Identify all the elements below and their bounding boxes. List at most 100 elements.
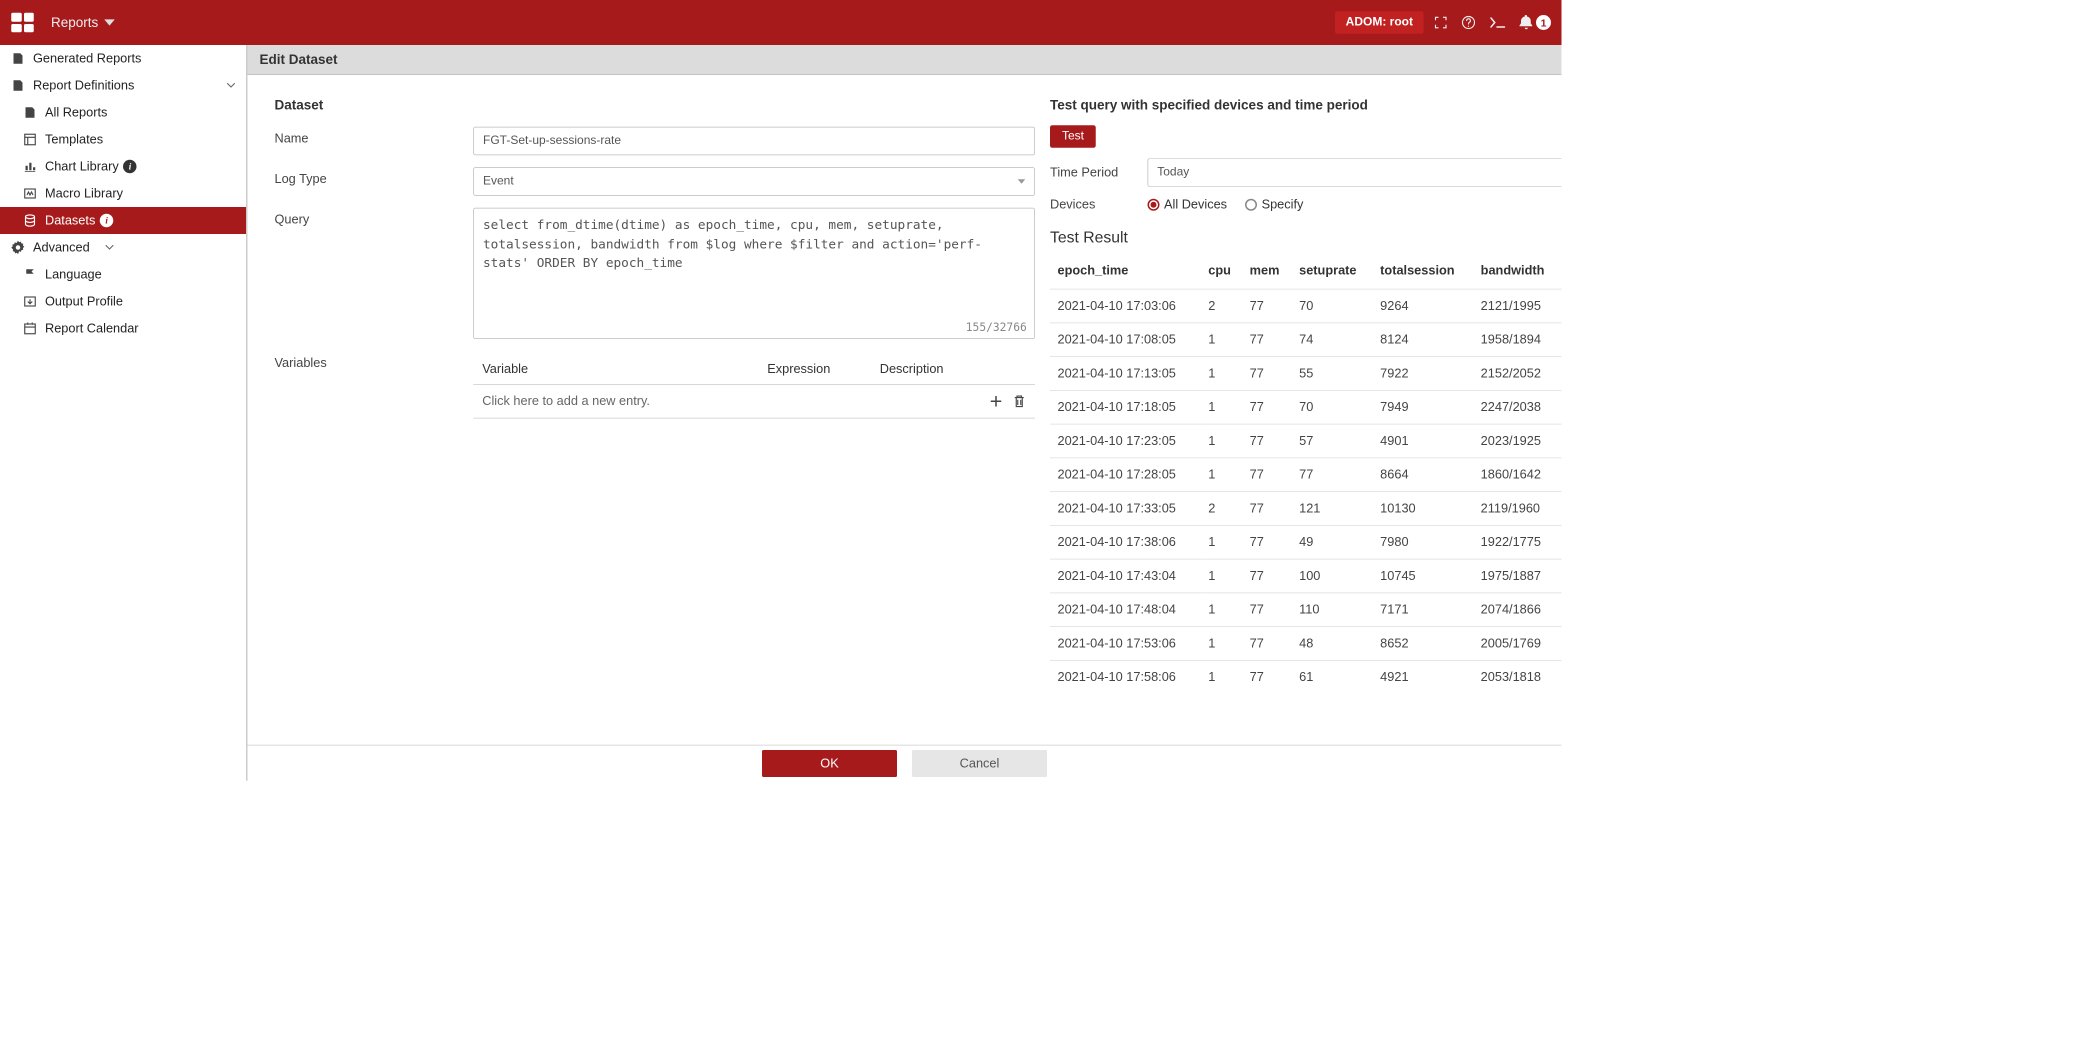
table-cell: 2021-04-10 17:48:04: [1050, 593, 1201, 627]
radio-dot-icon: [1245, 199, 1257, 211]
sidebar-item-language[interactable]: Language: [0, 261, 246, 288]
table-cell: 1: [1201, 357, 1242, 391]
table-cell: 77: [1242, 390, 1291, 424]
radio-all-devices[interactable]: All Devices: [1148, 197, 1228, 212]
sidebar-item-report-calendar[interactable]: Report Calendar: [0, 315, 246, 342]
table-row[interactable]: 2021-04-10 17:58:061776149212053/1818: [1050, 660, 1562, 693]
table-cell: 48: [1292, 627, 1373, 661]
table-cell: 9264: [1373, 289, 1474, 323]
add-variable-button[interactable]: [989, 394, 1004, 409]
radio-all-label: All Devices: [1164, 197, 1227, 212]
table-row[interactable]: 2021-04-10 17:28:051777786641860/1642: [1050, 458, 1562, 492]
table-cell: 1: [1201, 390, 1242, 424]
table-cell: 2021-04-10 17:58:06: [1050, 660, 1201, 693]
table-cell: 1975/1887: [1473, 559, 1561, 593]
notifications[interactable]: 1: [1520, 15, 1552, 30]
result-column-header: epoch_time: [1050, 256, 1201, 289]
page-title: Edit Dataset: [248, 45, 1562, 75]
help-icon[interactable]: [1461, 15, 1476, 30]
table-cell: 77: [1242, 525, 1291, 559]
table-cell: 2121/1995: [1473, 289, 1561, 323]
table-cell: 55: [1292, 357, 1373, 391]
table-row[interactable]: 2021-04-10 17:48:0417711071712074/1866: [1050, 593, 1562, 627]
sidebar-item-templates[interactable]: Templates: [0, 126, 246, 153]
sidebar-item-chart-library[interactable]: Chart Library i: [0, 153, 246, 180]
sidebar-item-macro-library[interactable]: Macro Library: [0, 180, 246, 207]
table-cell: 49: [1292, 525, 1373, 559]
section-title: Dataset: [275, 98, 1043, 114]
ok-button[interactable]: OK: [762, 750, 897, 777]
sidebar-item-report-definitions[interactable]: Report Definitions: [0, 72, 246, 99]
table-cell: 2021-04-10 17:18:05: [1050, 390, 1201, 424]
table-row[interactable]: 2021-04-10 17:03:062777092642121/1995: [1050, 289, 1562, 323]
table-row[interactable]: 2021-04-10 17:38:061774979801922/1775: [1050, 525, 1562, 559]
table-cell: 2021-04-10 17:13:05: [1050, 357, 1201, 391]
fullscreen-icon[interactable]: [1434, 16, 1448, 30]
sidebar-item-datasets[interactable]: Datasets i: [0, 207, 246, 234]
table-cell: 70: [1292, 289, 1373, 323]
table-cell: 2: [1201, 289, 1242, 323]
logtype-select[interactable]: Event: [473, 167, 1035, 196]
table-cell: 121: [1292, 492, 1373, 526]
radio-specify[interactable]: Specify: [1245, 197, 1303, 212]
sidebar-item-output-profile[interactable]: Output Profile: [0, 288, 246, 315]
chevron-down-icon: [227, 83, 236, 89]
table-row[interactable]: 2021-04-10 17:08:051777481241958/1894: [1050, 323, 1562, 357]
adom-badge[interactable]: ADOM: root: [1335, 11, 1423, 34]
table-cell: 2021-04-10 17:43:04: [1050, 559, 1201, 593]
reports-menu[interactable]: Reports: [51, 15, 115, 31]
table-cell: 2: [1201, 492, 1242, 526]
var-header-description: Description: [880, 362, 1026, 377]
table-row[interactable]: 2021-04-10 17:43:04177100107451975/1887: [1050, 559, 1562, 593]
table-cell: 1: [1201, 559, 1242, 593]
table-cell: 77: [1242, 492, 1291, 526]
table-cell: 77: [1242, 357, 1291, 391]
template-icon: [23, 132, 38, 147]
name-input[interactable]: [473, 127, 1035, 156]
table-cell: 1: [1201, 323, 1242, 357]
time-period-value: Today: [1157, 166, 1189, 180]
app-logo: [11, 12, 35, 33]
table-row[interactable]: 2021-04-10 17:18:051777079492247/2038: [1050, 390, 1562, 424]
sidebar-item-all-reports[interactable]: All Reports: [0, 99, 246, 126]
table-row[interactable]: 2021-04-10 17:33:05277121101302119/1960: [1050, 492, 1562, 526]
table-cell: 70: [1292, 390, 1373, 424]
result-column-header: totalsession: [1373, 256, 1474, 289]
table-cell: 1: [1201, 627, 1242, 661]
table-row[interactable]: 2021-04-10 17:53:061774886522005/1769: [1050, 627, 1562, 661]
delete-variable-button[interactable]: [1013, 394, 1027, 409]
test-pane: Test query with specified devices and ti…: [1043, 75, 1562, 745]
sidebar-item-advanced[interactable]: Advanced: [0, 234, 246, 261]
chart-icon: [23, 159, 38, 174]
query-label: Query: [275, 208, 474, 228]
table-row[interactable]: 2021-04-10 17:13:051775579222152/2052: [1050, 357, 1562, 391]
time-period-select[interactable]: Today: [1148, 158, 1562, 187]
var-header-expression: Expression: [767, 362, 880, 377]
result-column-header: mem: [1242, 256, 1291, 289]
table-cell: 2053/1818: [1473, 660, 1561, 693]
dropdown-icon: [1018, 179, 1026, 184]
query-textarea[interactable]: select from_dtime(dtime) as epoch_time, …: [473, 208, 1035, 339]
info-icon: i: [100, 214, 114, 228]
table-cell: 1: [1201, 660, 1242, 693]
table-row[interactable]: 2021-04-10 17:23:051775749012023/1925: [1050, 424, 1562, 458]
sidebar-item-generated-reports[interactable]: Generated Reports: [0, 45, 246, 72]
sidebar-item-label: Templates: [45, 132, 103, 147]
test-button[interactable]: Test: [1050, 125, 1096, 148]
table-cell: 8652: [1373, 627, 1474, 661]
info-icon: i: [123, 160, 137, 174]
table-cell: 77: [1242, 323, 1291, 357]
test-result-title: Test Result: [1050, 229, 1562, 247]
table-cell: 7949: [1373, 390, 1474, 424]
cancel-button[interactable]: Cancel: [912, 750, 1047, 777]
table-cell: 1860/1642: [1473, 458, 1561, 492]
cli-icon[interactable]: [1490, 16, 1507, 30]
table-cell: 8664: [1373, 458, 1474, 492]
macro-icon: [23, 186, 38, 201]
var-placeholder[interactable]: Click here to add a new entry.: [482, 394, 650, 409]
variables-table: Variable Expression Description Click he…: [473, 354, 1035, 419]
chevron-down-icon: [105, 245, 114, 251]
table-cell: 1922/1775: [1473, 525, 1561, 559]
calendar-icon: [23, 321, 38, 336]
table-cell: 2152/2052: [1473, 357, 1561, 391]
